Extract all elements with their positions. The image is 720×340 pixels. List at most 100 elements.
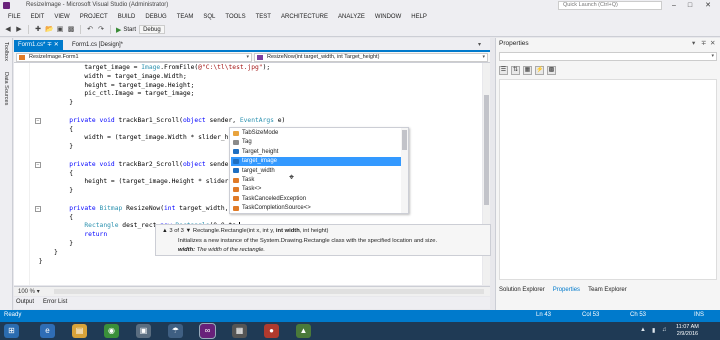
status-column: Col 53	[582, 312, 600, 318]
app-icon[interactable]: ▣	[136, 324, 151, 338]
code-line: width = target_image.Width;	[84, 73, 186, 82]
tab-team-explorer[interactable]: Team Explorer	[588, 287, 627, 293]
tray-arrow-icon[interactable]: ▲	[640, 327, 646, 333]
menu-item-team[interactable]: TEAM	[172, 14, 199, 20]
overload-up-icon[interactable]: ▲	[162, 228, 168, 234]
properties-title: Properties	[499, 40, 529, 47]
network-icon[interactable]: ▮	[652, 327, 655, 334]
tray-clock[interactable]: 11:07 AM 2/9/2016	[676, 324, 699, 338]
intellisense-item[interactable]: target_width	[231, 167, 406, 176]
file-explorer-icon[interactable]: ▤	[72, 324, 87, 338]
editor-margin	[14, 63, 30, 285]
tab-error-list[interactable]: Error List	[43, 299, 67, 305]
events-icon[interactable]: ⚡	[535, 66, 544, 75]
intellisense-scroll-thumb[interactable]	[402, 130, 407, 150]
code-token: .FromFile(	[160, 64, 199, 71]
toolbar-separator	[110, 25, 111, 34]
chevron-down-icon[interactable]: ▾	[692, 39, 695, 47]
menu-item-tools[interactable]: TOOLS	[220, 14, 250, 20]
close-icon[interactable]: ✕	[710, 39, 715, 47]
minimize-button[interactable]: –	[668, 1, 680, 10]
code-token: dest_rect=	[118, 222, 161, 230]
start-button[interactable]: ▶ Start	[116, 26, 136, 34]
close-icon[interactable]: ✕	[54, 42, 59, 48]
security-shield-icon[interactable]: ☂	[168, 324, 183, 338]
pin-icon[interactable]: ∓	[47, 42, 52, 48]
toolbox-tab[interactable]: Toolbox	[3, 42, 9, 61]
undo-icon[interactable]: ↶	[86, 26, 94, 34]
forward-icon[interactable]: ▶	[15, 26, 23, 34]
status-insert-mode: INS	[694, 312, 705, 318]
zoom-level-dropdown[interactable]: 100 % ▾	[18, 288, 40, 295]
menu-item-test[interactable]: TEST	[251, 14, 276, 20]
pin-icon[interactable]: ∓	[701, 39, 706, 47]
tab-form1-cs[interactable]: Form1.cs* ∓ ✕	[14, 40, 63, 50]
status-char: Ch 53	[630, 312, 647, 318]
horizontal-scrollbar[interactable]	[54, 289, 484, 294]
open-file-icon[interactable]: 📂	[45, 26, 54, 34]
code-token: @"C:\tl\test.jpg"	[198, 64, 263, 71]
menu-item-analyze[interactable]: ANALYZE	[333, 14, 370, 20]
menu-item-project[interactable]: PROJECT	[75, 14, 113, 20]
save-icon[interactable]: ▣	[56, 26, 64, 34]
intellisense-list[interactable]: TabSizeMode Tag Target_height target_image t…	[229, 127, 409, 214]
properties-icon[interactable]: ▦	[523, 66, 532, 75]
collapse-icon[interactable]: −	[35, 205, 41, 212]
redo-icon[interactable]: ↷	[97, 26, 105, 34]
intellisense-item[interactable]: target_image	[231, 157, 406, 166]
volume-icon[interactable]: ♫	[662, 327, 667, 333]
chrome-icon[interactable]: ◉	[104, 324, 119, 338]
alphabetical-icon[interactable]: ⇅	[511, 66, 520, 75]
menu-item-help[interactable]: HELP	[406, 14, 432, 20]
menu-item-build[interactable]: BUILD	[113, 14, 141, 20]
menu-item-view[interactable]: VIEW	[49, 14, 74, 20]
overload-down-icon[interactable]: ▼	[186, 228, 192, 234]
intellisense-item[interactable]: Task<>	[231, 185, 406, 194]
collapse-icon[interactable]: −	[35, 117, 41, 124]
tab-output[interactable]: Output	[16, 299, 34, 305]
app-icon[interactable]: ▦	[232, 324, 247, 338]
menu-item-edit[interactable]: EDIT	[26, 14, 50, 20]
code-token: target_width,	[175, 204, 229, 212]
quick-launch-input[interactable]: Quick Launch (Ctrl+Q)	[558, 1, 662, 10]
menu-item-window[interactable]: WINDOW	[370, 14, 406, 20]
chevron-down-icon: ▾	[711, 53, 714, 59]
signature-current-param: int width	[275, 228, 300, 234]
properties-object-dropdown[interactable]: ▾	[499, 52, 717, 61]
tab-solution-explorer[interactable]: Solution Explorer	[499, 287, 545, 293]
close-button[interactable]: ✕	[702, 1, 714, 10]
intellisense-item[interactable]: Target_height	[231, 148, 406, 157]
editor-scroll-thumb[interactable]	[484, 95, 489, 205]
tab-form1-design[interactable]: Form1.cs [Design]*	[68, 40, 127, 50]
new-project-icon[interactable]: ✚	[34, 26, 42, 34]
intellisense-item-label: Task	[242, 177, 255, 183]
member-dropdown[interactable]: ResizeNow(int target_width, int Target_h…	[254, 53, 488, 62]
collapse-icon[interactable]: −	[35, 161, 41, 168]
app-icon[interactable]: ▲	[296, 324, 311, 338]
categorized-icon[interactable]: ☰	[499, 66, 508, 75]
configuration-dropdown[interactable]: Debug	[139, 25, 165, 34]
intellisense-item[interactable]: TabSizeMode	[231, 129, 406, 138]
intellisense-item[interactable]: Task	[231, 176, 406, 185]
menu-item-sql[interactable]: SQL	[198, 14, 220, 20]
back-icon[interactable]: ◀	[4, 26, 12, 34]
app-icon[interactable]: ●	[264, 324, 279, 338]
start-icon[interactable]: ⊞	[4, 324, 19, 338]
internet-explorer-icon[interactable]: e	[40, 324, 55, 338]
tab-overflow-icon[interactable]: ▾	[478, 41, 481, 48]
menu-item-file[interactable]: FILE	[3, 14, 26, 20]
intellisense-item-label: target_width	[242, 167, 275, 174]
menu-item-architecture[interactable]: ARCHITECTURE	[276, 14, 333, 20]
property-pages-icon[interactable]: ▩	[547, 66, 556, 75]
intellisense-item[interactable]: TaskCompletionSource<>	[231, 204, 406, 213]
intellisense-item[interactable]: Tag	[231, 138, 406, 147]
maximize-button[interactable]: □	[684, 1, 696, 10]
visual-studio-taskbar-icon[interactable]: ∞	[199, 323, 216, 339]
menu-item-debug[interactable]: DEBUG	[140, 14, 171, 20]
save-all-icon[interactable]: ▩	[67, 26, 75, 34]
tab-properties[interactable]: Properties	[553, 287, 580, 293]
class-dropdown[interactable]: ResizeImage.Form1 ▾	[16, 53, 252, 62]
code-token: private	[69, 160, 96, 168]
data-sources-tab[interactable]: Data Sources	[3, 72, 9, 105]
intellisense-item[interactable]: TaskCanceledException	[231, 195, 406, 204]
